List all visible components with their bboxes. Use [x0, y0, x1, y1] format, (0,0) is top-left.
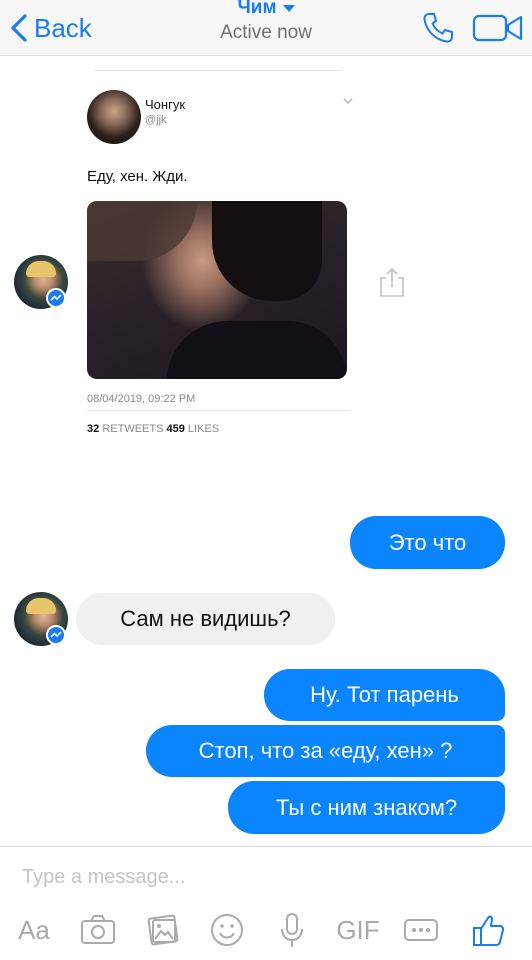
gif-icon[interactable]: GIF	[334, 908, 382, 952]
phone-icon[interactable]	[420, 10, 456, 46]
shared-tweet-card[interactable]: Чонгук @jjk Еду, хен. Жди. 08/04/2019, 0…	[76, 80, 372, 452]
back-chevron-icon	[11, 14, 27, 42]
conversation-header: Back Чим Active now	[0, 0, 532, 56]
tweet-author-avatar	[87, 90, 141, 144]
message-bubble-outgoing[interactable]: Ты с ним знаком?	[228, 781, 505, 834]
tweet-stats: 32 RETWEETS 459 LIKES	[87, 423, 219, 435]
message-bubble-outgoing[interactable]: Ну. Тот парень	[264, 669, 505, 721]
video-camera-icon[interactable]	[472, 12, 524, 44]
retweet-count: 32	[87, 423, 100, 435]
back-button[interactable]: Back	[8, 10, 92, 46]
active-status: Active now	[220, 22, 312, 43]
messenger-badge-icon	[46, 288, 66, 308]
camera-icon[interactable]	[80, 908, 116, 952]
tweet-separator	[87, 410, 351, 411]
messenger-badge-icon	[46, 625, 66, 645]
more-icon[interactable]	[403, 908, 439, 952]
tweet-author-name: Чонгук	[145, 97, 186, 112]
caret-down-icon	[282, 4, 295, 12]
tweet-divider	[94, 70, 342, 71]
share-icon[interactable]	[378, 266, 406, 298]
tweet-text: Еду, хен. Жди.	[87, 168, 188, 185]
like-count: 459	[166, 423, 185, 435]
chevron-down-icon[interactable]	[342, 96, 354, 106]
text-format-icon[interactable]: Aa	[14, 908, 54, 952]
composer-divider	[0, 846, 532, 847]
tweet-photo[interactable]	[87, 201, 347, 379]
message-input[interactable]	[22, 862, 502, 892]
likes-label: LIKES	[187, 423, 220, 435]
contact-name: Чим	[237, 0, 277, 18]
message-bubble-outgoing[interactable]: Это что	[350, 516, 505, 569]
retweets-label: RETWEETS	[102, 423, 164, 435]
microphone-icon[interactable]	[278, 908, 306, 952]
message-bubble-incoming[interactable]: Сам не видишь?	[76, 593, 335, 645]
back-label: Back	[34, 12, 92, 43]
contact-title[interactable]: Чим Active now	[150, 0, 382, 44]
message-bubble-outgoing[interactable]: Стоп, что за «еду, хен» ?	[146, 725, 505, 777]
gallery-icon[interactable]	[145, 908, 181, 952]
tweet-author-handle: @jjk	[145, 114, 167, 126]
emoji-icon[interactable]	[208, 908, 246, 952]
tweet-date: 08/04/2019, 09:22 PM	[87, 393, 196, 405]
thumbs-up-icon[interactable]	[470, 908, 506, 952]
